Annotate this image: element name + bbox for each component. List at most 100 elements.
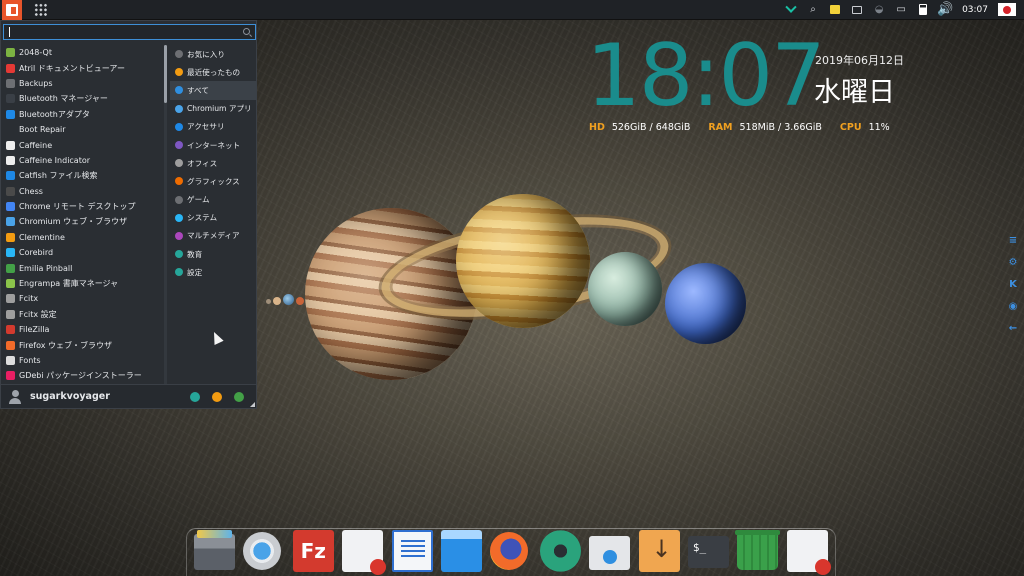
side-dock: ≡ ⚙ K ◉ ← [1006, 229, 1020, 339]
sticky-note-icon[interactable] [830, 5, 841, 15]
app-list-item[interactable]: Corebird [3, 245, 165, 260]
app-list-item[interactable]: Boot Repair [3, 122, 165, 137]
conky-sysinfo: HD 526GiB / 648GiB RAM 518MiB / 3.66GiB … [589, 122, 908, 133]
top-panel: ⌕ ◒ ▭ 🔊 03:07 [0, 0, 1024, 20]
category-item[interactable]: オフィス [170, 154, 256, 172]
category-label: マルチメディア [187, 231, 240, 241]
app-list-item[interactable]: Catfish ファイル検索 [3, 168, 165, 183]
category-item[interactable]: マルチメディア [170, 227, 256, 245]
dock-chromium-item[interactable] [243, 530, 284, 572]
app-label: Fcitx [19, 294, 39, 304]
app-icon [6, 309, 15, 319]
app-list-item[interactable]: Engrampa 書庫マネージャ [3, 276, 165, 291]
category-item[interactable]: システム [170, 209, 256, 227]
category-item[interactable]: Chromium アプリ [170, 100, 256, 118]
scroll-thumb[interactable] [164, 45, 167, 103]
app-list-item[interactable]: Bluetooth マネージャー [3, 91, 165, 106]
category-icon [175, 213, 183, 222]
dock-writer-icon[interactable] [391, 530, 433, 572]
category-icon [175, 86, 183, 95]
app-list: 2048-Qt Atril ドキュメントビューアー Backups Bluetooth… [3, 45, 165, 385]
dock-terminal-icon[interactable]: $_ [687, 536, 729, 568]
dock-text-editor-icon[interactable] [342, 530, 387, 575]
menu-icon[interactable]: ≡ [1006, 229, 1020, 251]
menu-button[interactable] [2, 0, 22, 20]
logout-icon[interactable] [212, 391, 222, 402]
menu-logo-icon [6, 3, 18, 16]
clipboard-icon[interactable]: ▭ [896, 4, 906, 15]
panel-clock[interactable]: 03:07 [962, 5, 988, 15]
category-item[interactable]: グラフィックス [170, 172, 256, 190]
category-item[interactable]: アクセサリ [170, 118, 256, 136]
app-list-item[interactable]: Clementine [3, 230, 165, 245]
eye-icon[interactable]: ◉ [1006, 295, 1020, 317]
dock-filezilla-icon[interactable]: Fz [292, 530, 334, 572]
category-label: オフィス [187, 158, 218, 168]
planet-saturn [456, 194, 590, 328]
app-label: Engrampa 書庫マネージャ [19, 279, 119, 289]
category-label: 設定 [187, 267, 203, 277]
app-list-scrollbar[interactable] [164, 45, 167, 385]
input-method-flag-icon[interactable] [998, 3, 1016, 16]
app-list-item[interactable]: Bluetoothアダプタ [3, 107, 165, 122]
gear-icon[interactable]: ⚙ [1006, 251, 1020, 273]
dock-package-installer-icon[interactable] [589, 536, 631, 570]
volume-icon[interactable]: 🔊 [937, 2, 953, 17]
app-list-item[interactable]: Emilia Pinball [3, 260, 165, 275]
dock-text-editor-2-icon[interactable] [786, 530, 831, 575]
app-list-item[interactable]: GDebi パッケージインストーラー [3, 368, 165, 383]
category-label: インターネット [187, 140, 241, 150]
category-item[interactable]: 教育 [170, 245, 256, 263]
chevron-down-icon[interactable] [785, 1, 797, 15]
app-label: Bluetooth マネージャー [19, 94, 108, 104]
kdeconnect-icon[interactable]: K [1006, 273, 1020, 295]
app-list-item[interactable]: FileZilla [3, 322, 165, 337]
dock-trash-icon[interactable] [735, 530, 781, 570]
app-grid-icon[interactable] [34, 2, 48, 17]
search-icon[interactable]: ⌕ [808, 4, 818, 15]
app-icon [6, 232, 15, 242]
dock-settings-icon[interactable] [539, 530, 581, 572]
category-item[interactable]: すべて [170, 81, 256, 100]
lock-icon[interactable] [190, 391, 200, 402]
app-list-item[interactable]: Chess [3, 184, 165, 199]
network-icon[interactable]: ◒ [874, 4, 884, 15]
app-list-item[interactable]: Fcitx 設定 [3, 307, 165, 322]
app-list-item[interactable]: Fcitx [3, 291, 165, 306]
power-icon[interactable] [234, 391, 244, 402]
dock-window-icon[interactable] [440, 530, 482, 572]
app-list-item[interactable]: Chromium ウェブ・ブラウザ [3, 214, 165, 229]
app-icon [6, 48, 15, 58]
app-list-item[interactable]: Chrome リモート デスクトップ [3, 199, 165, 214]
search-input[interactable] [4, 31, 234, 45]
category-item[interactable]: 最近使ったもの [170, 63, 256, 81]
app-icon [6, 186, 15, 196]
resize-grip-icon[interactable] [250, 402, 255, 407]
category-item[interactable]: 設定 [170, 263, 256, 281]
app-icon [6, 371, 15, 381]
planet-uranus [588, 252, 662, 326]
app-list-item[interactable]: Backups [3, 76, 165, 91]
category-item[interactable]: インターネット [170, 136, 256, 154]
app-list-item[interactable]: Fonts [3, 353, 165, 368]
app-icon [6, 109, 15, 119]
dock-firefox-item[interactable] [490, 530, 531, 572]
app-list-item[interactable]: Firefox ウェブ・ブラウザ [3, 337, 165, 352]
app-list-item[interactable]: Caffeine [3, 137, 165, 152]
keyboard-icon[interactable] [852, 5, 863, 15]
text-caret [9, 27, 10, 37]
dock-downloader-icon[interactable] [638, 530, 680, 572]
category-icon [175, 50, 183, 59]
category-icon [175, 159, 183, 168]
app-label: Caffeine [19, 140, 53, 150]
search-field[interactable] [3, 24, 256, 45]
app-list-item[interactable]: Caffeine Indicator [3, 153, 165, 168]
arrow-left-icon[interactable]: ← [1006, 317, 1020, 339]
battery-icon[interactable] [918, 4, 928, 15]
app-list-item[interactable]: 2048-Qt [3, 45, 165, 60]
category-item[interactable]: ゲーム [170, 191, 256, 209]
category-item[interactable]: お気に入り [170, 45, 256, 63]
app-list-item[interactable]: Atril ドキュメントビューアー [3, 60, 165, 75]
menu-footer: sugarkvoyager [1, 384, 256, 408]
dock-files-icon[interactable] [194, 530, 235, 570]
